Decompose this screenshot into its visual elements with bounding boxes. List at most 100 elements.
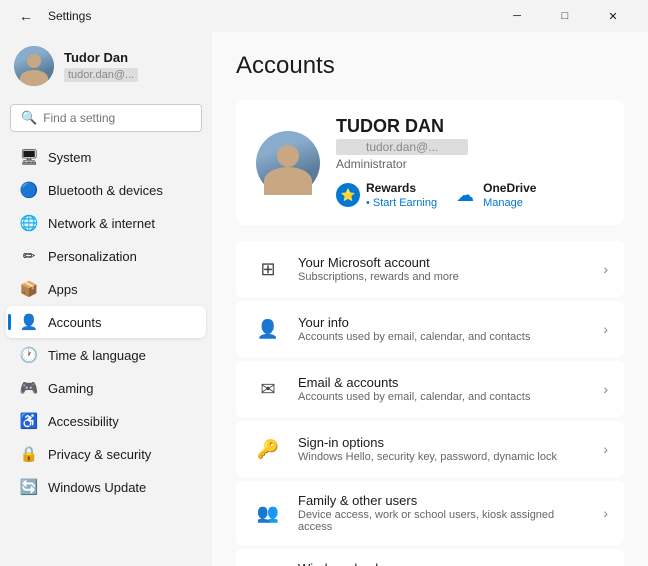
system-icon: 🖥 (20, 148, 38, 166)
sidebar-item-network[interactable]: 🌐 Network & internet (6, 207, 206, 239)
user-name: Tudor Dan (64, 50, 138, 65)
title-bar-title: Settings (48, 9, 91, 23)
settings-item-your-info[interactable]: 👤 Your info Accounts used by email, cale… (236, 301, 624, 357)
sidebar-item-accounts[interactable]: 👤 Accounts (6, 306, 206, 338)
email-accounts-desc: Accounts used by email, calendar, and co… (298, 391, 589, 403)
settings-item-email-accounts[interactable]: ✉ Email & accounts Accounts used by emai… (236, 361, 624, 417)
title-bar: ← Settings ─ □ ✕ (0, 0, 648, 32)
your-info-desc: Accounts used by email, calendar, and co… (298, 331, 589, 343)
microsoft-account-title: Your Microsoft account (298, 255, 589, 270)
accounts-icon: 👤 (20, 313, 38, 331)
privacy-icon: 🔒 (20, 445, 38, 463)
family-text: Family & other users Device access, work… (298, 493, 589, 533)
sidebar-item-system[interactable]: 🖥 System (6, 141, 206, 173)
profile-role: Administrator (336, 157, 604, 171)
rewards-action[interactable]: ⭐ Rewards • Start Earning (336, 181, 437, 209)
backup-text: Windows backup Back up your files, apps,… (298, 561, 589, 566)
microsoft-account-text: Your Microsoft account Subscriptions, re… (298, 255, 589, 283)
microsoft-account-chevron: › (603, 261, 608, 277)
settings-item-sign-in[interactable]: 🔑 Sign-in options Windows Hello, securit… (236, 421, 624, 477)
sidebar-item-label: Accessibility (48, 414, 119, 429)
user-subtitle: tudor.dan@... (64, 68, 138, 82)
user-info: Tudor Dan tudor.dan@... (64, 50, 138, 83)
settings-item-microsoft-account[interactable]: ⊞ Your Microsoft account Subscriptions, … (236, 241, 624, 297)
sidebar-item-gaming[interactable]: 🎮 Gaming (6, 372, 206, 404)
family-chevron: › (603, 505, 608, 521)
search-box[interactable]: 🔍 (10, 104, 202, 132)
profile-actions: ⭐ Rewards • Start Earning ☁ OneDrive Man… (336, 181, 604, 209)
search-input[interactable] (43, 111, 198, 125)
sidebar-item-label: Privacy & security (48, 447, 151, 462)
sidebar: Tudor Dan tudor.dan@... 🔍 🖥 System 🔵 Blueto… (0, 32, 212, 566)
profile-email: tudor.dan@... (336, 139, 468, 155)
email-accounts-title: Email & accounts (298, 375, 589, 390)
sidebar-item-privacy[interactable]: 🔒 Privacy & security (6, 438, 206, 470)
sign-in-icon: 🔑 (252, 433, 284, 465)
sidebar-item-personalization[interactable]: ✏ Personalization (6, 240, 206, 272)
update-icon: 🔄 (20, 478, 38, 496)
sign-in-desc: Windows Hello, security key, password, d… (298, 451, 589, 463)
microsoft-account-icon: ⊞ (252, 253, 284, 285)
sidebar-item-time[interactable]: 🕐 Time & language (6, 339, 206, 371)
personalization-icon: ✏ (20, 247, 38, 265)
sidebar-item-label: Personalization (48, 249, 137, 264)
apps-icon: 📦 (20, 280, 38, 298)
close-button[interactable]: ✕ (590, 4, 636, 28)
sidebar-item-label: Network & internet (48, 216, 155, 231)
main-content: Accounts TUDOR DAN tudor.dan@... Adminis… (212, 32, 648, 566)
sidebar-item-label: Windows Update (48, 480, 146, 495)
onedrive-text: OneDrive Manage (483, 181, 536, 209)
page-title: Accounts (236, 52, 624, 80)
sign-in-text: Sign-in options Windows Hello, security … (298, 435, 589, 463)
email-accounts-chevron: › (603, 381, 608, 397)
time-icon: 🕐 (20, 346, 38, 364)
profile-card: TUDOR DAN tudor.dan@... Administrator ⭐ … (236, 100, 624, 225)
maximize-button[interactable]: □ (542, 4, 588, 28)
profile-name: TUDOR DAN (336, 116, 604, 137)
onedrive-action[interactable]: ☁ OneDrive Manage (453, 181, 536, 209)
sidebar-item-label: System (48, 150, 91, 165)
minimize-button[interactable]: ─ (494, 4, 540, 28)
user-profile[interactable]: Tudor Dan tudor.dan@... (0, 36, 212, 96)
settings-item-backup[interactable]: 💾 Windows backup Back up your files, app… (236, 549, 624, 566)
family-title: Family & other users (298, 493, 589, 508)
sidebar-item-label: Bluetooth & devices (48, 183, 163, 198)
email-accounts-icon: ✉ (252, 373, 284, 405)
sidebar-item-label: Gaming (48, 381, 94, 396)
sidebar-item-label: Time & language (48, 348, 146, 363)
sidebar-item-apps[interactable]: 📦 Apps (6, 273, 206, 305)
sidebar-item-update[interactable]: 🔄 Windows Update (6, 471, 206, 503)
network-icon: 🌐 (20, 214, 38, 232)
rewards-icon: ⭐ (336, 183, 360, 207)
profile-avatar (256, 131, 320, 195)
family-desc: Device access, work or school users, kio… (298, 509, 589, 533)
family-icon: 👥 (252, 497, 284, 529)
title-bar-left: ← Settings (12, 2, 91, 30)
gaming-icon: 🎮 (20, 379, 38, 397)
sign-in-title: Sign-in options (298, 435, 589, 450)
bluetooth-icon: 🔵 (20, 181, 38, 199)
title-bar-controls: ─ □ ✕ (494, 4, 636, 28)
profile-info: TUDOR DAN tudor.dan@... Administrator ⭐ … (336, 116, 604, 209)
search-icon: 🔍 (21, 110, 37, 126)
sign-in-chevron: › (603, 441, 608, 457)
your-info-icon: 👤 (252, 313, 284, 345)
your-info-text: Your info Accounts used by email, calend… (298, 315, 589, 343)
your-info-chevron: › (603, 321, 608, 337)
settings-item-family[interactable]: 👥 Family & other users Device access, wo… (236, 481, 624, 545)
sidebar-item-bluetooth[interactable]: 🔵 Bluetooth & devices (6, 174, 206, 206)
email-accounts-text: Email & accounts Accounts used by email,… (298, 375, 589, 403)
microsoft-account-desc: Subscriptions, rewards and more (298, 271, 589, 283)
sidebar-item-accessibility[interactable]: ♿ Accessibility (6, 405, 206, 437)
nav-list: 🖥 System 🔵 Bluetooth & devices 🌐 Network & in… (0, 140, 212, 504)
avatar (14, 46, 54, 86)
sidebar-item-label: Accounts (48, 315, 101, 330)
sidebar-item-label: Apps (48, 282, 78, 297)
accessibility-icon: ♿ (20, 412, 38, 430)
app-container: Tudor Dan tudor.dan@... 🔍 🖥 System 🔵 Blueto… (0, 32, 648, 566)
rewards-text: Rewards • Start Earning (366, 181, 437, 209)
back-button[interactable]: ← (12, 2, 40, 30)
settings-list: ⊞ Your Microsoft account Subscriptions, … (236, 241, 624, 566)
your-info-title: Your info (298, 315, 589, 330)
backup-title: Windows backup (298, 561, 589, 566)
